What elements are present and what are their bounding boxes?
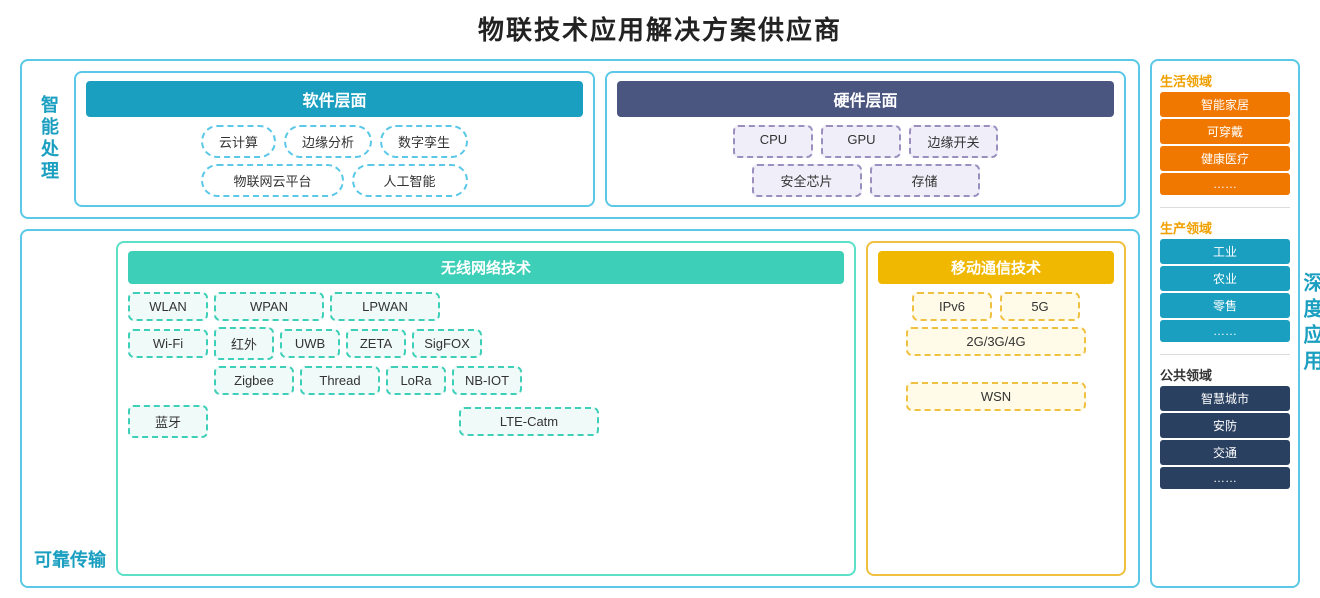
hw-item-cpu: CPU <box>733 125 813 158</box>
trans-section: 可靠传输 无线网络技术 WLAN WPAN LPWAN Wi-Fi 红外 <box>20 229 1140 588</box>
sw-item-cloud: 云计算 <box>201 125 276 158</box>
life-item-more: …… <box>1160 173 1290 195</box>
w-lpwan: LPWAN <box>330 292 440 321</box>
wireless-header: 无线网络技术 <box>128 251 844 284</box>
life-domain-title: 生活领域 <box>1160 71 1290 90</box>
intel-label: 智能处理 <box>34 71 64 207</box>
mobile-header: 移动通信技术 <box>878 251 1114 284</box>
sw-item-digital: 数字孪生 <box>380 125 468 158</box>
w-nbiot: NB-IOT <box>452 366 522 395</box>
depth-label: 深度应用 <box>1297 272 1320 376</box>
m-wsn: WSN <box>906 382 1086 411</box>
m-5g: 5G <box>1000 292 1080 321</box>
public-domain: 公共领域 智慧城市 安防 交通 …… <box>1160 365 1290 491</box>
prod-item-more: …… <box>1160 320 1290 342</box>
hw-item-edge-switch: 边缘开关 <box>909 125 997 158</box>
wireless-panel: 无线网络技术 WLAN WPAN LPWAN Wi-Fi 红外 UWB ZETA <box>116 241 856 576</box>
sw-item-ai: 人工智能 <box>352 164 468 197</box>
w-lora: LoRa <box>386 366 446 395</box>
hw-item-gpu: GPU <box>821 125 901 158</box>
life-item-smart-home: 智能家居 <box>1160 92 1290 117</box>
prod-item-industry: 工业 <box>1160 239 1290 264</box>
m-234g: 2G/3G/4G <box>906 327 1086 356</box>
prod-item-agriculture: 农业 <box>1160 266 1290 291</box>
hw-item-sec-chip: 安全芯片 <box>752 164 862 197</box>
w-wlan: WLAN <box>128 292 208 321</box>
life-domain: 生活领域 智能家居 可穿戴 健康医疗 …… <box>1160 71 1290 197</box>
w-ltecatm: LTE-Catm <box>459 407 599 436</box>
right-panel: 生活领域 智能家居 可穿戴 健康医疗 …… 生产领域 工业 农业 零售 …… 公… <box>1150 59 1300 588</box>
hw-item-storage: 存储 <box>870 164 980 197</box>
w-uwb: UWB <box>280 329 340 358</box>
hw-panel: 硬件层面 CPU GPU 边缘开关 安全芯片 存储 <box>605 71 1126 207</box>
page-title: 物联技术应用解决方案供应商 <box>478 10 842 47</box>
w-wifi: Wi-Fi <box>128 329 208 358</box>
w-sigfox: SigFOX <box>412 329 482 358</box>
trans-label: 可靠传输 <box>34 241 106 576</box>
sw-panel: 软件层面 云计算 边缘分析 数字孪生 物联网云平台 人工智能 <box>74 71 595 207</box>
w-bluetooth: 蓝牙 <box>128 405 208 438</box>
sw-header: 软件层面 <box>86 81 583 117</box>
w-zeta: ZETA <box>346 329 406 358</box>
pub-item-transport: 交通 <box>1160 440 1290 465</box>
pub-item-more: …… <box>1160 467 1290 489</box>
hw-header: 硬件层面 <box>617 81 1114 117</box>
w-thread: Thread <box>300 366 380 395</box>
pub-item-security: 安防 <box>1160 413 1290 438</box>
mobile-panel: 移动通信技术 IPv6 5G 2G/3G/4G WSN <box>866 241 1126 576</box>
sw-item-iot: 物联网云平台 <box>201 164 343 197</box>
public-domain-title: 公共领域 <box>1160 365 1290 384</box>
w-wpan: WPAN <box>214 292 324 321</box>
production-domain-title: 生产领域 <box>1160 218 1290 237</box>
w-zigbee: Zigbee <box>214 366 294 395</box>
pub-item-smart-city: 智慧城市 <box>1160 386 1290 411</box>
prod-item-retail: 零售 <box>1160 293 1290 318</box>
w-infrared: 红外 <box>214 327 274 360</box>
sw-item-edge: 边缘分析 <box>284 125 372 158</box>
intel-section: 智能处理 软件层面 云计算 边缘分析 数字孪生 物联网云平台 人工智能 <box>20 59 1140 219</box>
m-ipv6: IPv6 <box>912 292 992 321</box>
production-domain: 生产领域 工业 农业 零售 …… <box>1160 218 1290 344</box>
life-item-health: 健康医疗 <box>1160 146 1290 171</box>
life-item-wearable: 可穿戴 <box>1160 119 1290 144</box>
